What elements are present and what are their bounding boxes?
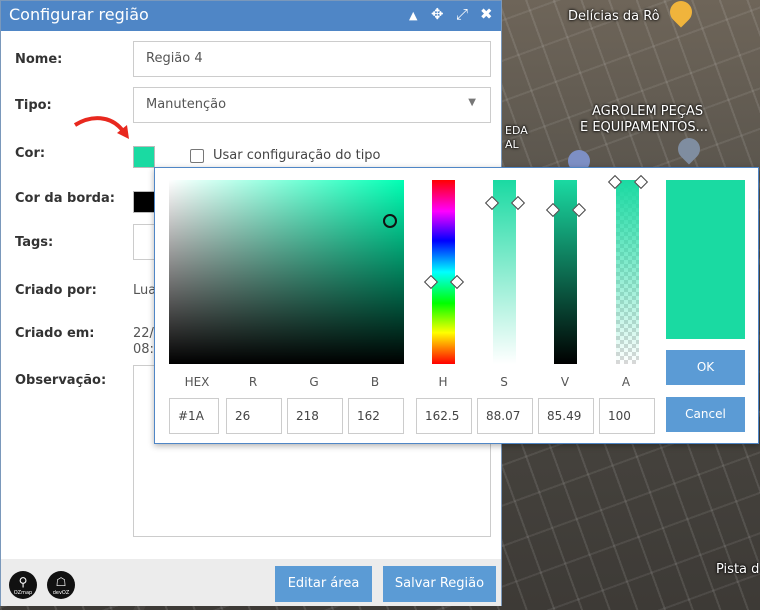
caret-up-icon[interactable]: ▲ [409,7,417,25]
hex-label: HEX [184,375,210,389]
s-input[interactable]: 88.07 [477,398,533,434]
map-label-agrolem-1: AGROLEM PEÇAS [592,104,704,119]
criado-em-date: 22/ [133,326,154,341]
map-pin-icon[interactable] [665,0,697,28]
nome-label: Nome: [15,52,63,67]
v-input[interactable]: 85.49 [538,398,594,434]
cor-label: Cor: [15,146,46,161]
alpha-slider-handle[interactable] [610,176,646,188]
map-label-al: AL [505,138,519,151]
s-label: S [500,375,508,389]
cor-borda-label: Cor da borda: [15,191,115,206]
alpha-slider[interactable] [616,180,639,364]
hue-slider-handle[interactable] [426,276,462,288]
criado-em-label: Criado em: [15,326,95,341]
close-icon[interactable]: ✖ [480,5,493,23]
devoz-logo: ☖ devOZ [47,571,75,599]
v-label: V [560,375,570,389]
ok-button[interactable]: OK [666,350,745,385]
r-label: R [248,375,258,389]
map-label-eda: EDA [505,124,528,137]
r-input[interactable]: 26 [226,398,282,434]
saturation-slider[interactable] [493,180,516,364]
map-pin-icon[interactable] [673,133,705,165]
map-label-agrolem-2: E EQUIPAMENTOS... [580,120,709,135]
color-picker-popup: HEX R G B H S V A #1A 26 218 162 162.5 8… [154,167,759,444]
map-label-pista: Pista d [716,562,760,577]
hue-slider[interactable] [432,180,455,364]
red-arrow-annotation [73,116,129,139]
move-icon[interactable]: ✥ [431,5,444,23]
g-input[interactable]: 218 [287,398,343,434]
tipo-label: Tipo: [15,98,52,113]
tipo-select[interactable]: Manutenção ▼ [133,87,491,123]
tipo-selected-value: Manutenção [146,97,227,112]
value-slider[interactable] [554,180,577,364]
g-label: G [309,375,319,389]
cor-color-swatch[interactable] [133,146,155,168]
criado-em-time: 08: [133,342,154,357]
cancel-button[interactable]: Cancel [666,397,745,432]
nome-input[interactable]: Região 4 [133,41,491,77]
value-slider-handle[interactable] [548,204,584,216]
h-input[interactable]: 162.5 [416,398,472,434]
dialog-titlebar[interactable]: Configurar região ▲ ✥ ⤢ ✖ [1,1,501,31]
h-label: H [438,375,448,389]
saturation-value-field[interactable] [169,180,404,364]
a-label: A [621,375,631,389]
hex-input[interactable]: #1A [169,398,219,434]
ozmap-logo: ⚲ OZmap [9,571,37,599]
criado-por-value: Lua [133,283,157,298]
a-input[interactable]: 100 [599,398,655,434]
color-preview [666,180,745,339]
use-type-config-checkbox[interactable] [190,149,204,163]
saturation-slider-handle[interactable] [487,197,523,209]
save-region-button[interactable]: Salvar Região [383,566,496,602]
tags-label: Tags: [15,235,54,250]
b-input[interactable]: 162 [348,398,404,434]
dropdown-caret-icon: ▼ [468,97,476,108]
dialog-title: Configurar região [9,5,149,24]
criado-por-label: Criado por: [15,283,97,298]
b-label: B [370,375,380,389]
use-type-config-label: Usar configuração do tipo [213,148,381,163]
edit-area-button[interactable]: Editar área [275,566,372,602]
observacao-label: Observação: [15,373,107,388]
sv-cursor[interactable] [383,214,397,228]
map-label-delicias: Delícias da Rô [568,9,660,24]
border-color-swatch[interactable] [133,191,155,213]
expand-icon[interactable]: ⤢ [456,5,468,23]
